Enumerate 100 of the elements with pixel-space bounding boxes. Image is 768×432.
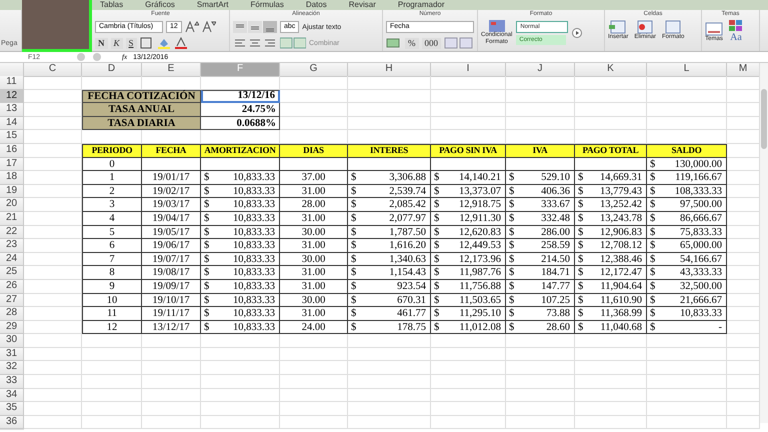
row-number[interactable]: 18	[0, 171, 24, 185]
row-number[interactable]: 22	[0, 226, 24, 240]
empty-cell[interactable]	[506, 158, 575, 172]
row-number[interactable]: 33	[0, 375, 24, 389]
amount-text: 12,449.53	[459, 239, 501, 252]
column-letter[interactable]: I	[431, 63, 506, 77]
cells-icon[interactable]	[664, 20, 682, 34]
ribbon-tab[interactable]: Fórmulas	[250, 0, 284, 10]
amount-text: 3,306.88	[389, 171, 426, 184]
amount-text: 2,085.42	[389, 198, 426, 211]
column-letter[interactable]: K	[575, 63, 647, 77]
row-number[interactable]: 26	[0, 280, 24, 294]
row-number[interactable]: 19	[0, 184, 24, 198]
ribbon-tab[interactable]: Gráficos	[145, 0, 175, 10]
ribbon-tab[interactable]: Datos	[306, 0, 327, 10]
cells-icon[interactable]	[609, 20, 628, 34]
row-number[interactable]: 15	[0, 130, 24, 144]
row-number[interactable]: 34	[0, 388, 24, 402]
indent-icon[interactable]	[280, 37, 306, 49]
empty-cell[interactable]	[431, 158, 506, 172]
row-number[interactable]: 31	[0, 348, 24, 362]
currency-sign: $	[650, 184, 656, 198]
row-number[interactable]: 32	[0, 361, 24, 376]
font-shrink-icon[interactable]	[202, 21, 216, 33]
decimals-icon[interactable]	[444, 37, 474, 49]
empty-cell[interactable]	[575, 158, 647, 172]
scrollbar-thumb[interactable]	[761, 89, 767, 149]
summary-value[interactable]: 0.0688%	[201, 116, 280, 130]
row-number[interactable]: 30	[0, 334, 24, 348]
row-number[interactable]: 13	[0, 103, 24, 117]
column-letter[interactable]: M	[727, 63, 760, 77]
empty-cell[interactable]	[201, 158, 280, 172]
ribbon-tab[interactable]: Programador	[398, 0, 445, 10]
row-number[interactable]: 23	[0, 239, 24, 253]
empty-cell[interactable]	[348, 158, 431, 172]
currency-sign: $	[434, 212, 440, 225]
border-icon[interactable]	[140, 37, 154, 49]
font-style-button[interactable]: S	[126, 38, 137, 48]
theme-fonts-button[interactable]: Aa	[730, 32, 742, 43]
row-number[interactable]: 24	[0, 252, 24, 266]
percent-button[interactable]: %	[405, 38, 418, 48]
table-cell: 4	[82, 212, 142, 226]
row-number[interactable]: 12	[0, 90, 24, 104]
currency-sign: $	[578, 239, 584, 252]
amount-text: 12,620.83	[459, 226, 501, 238]
ribbon-tab[interactable]: Tablas	[100, 0, 124, 10]
empty-cell[interactable]	[142, 158, 201, 172]
table-cell: 12	[82, 320, 142, 334]
row-number[interactable]: 21	[0, 212, 24, 226]
row-number[interactable]: 27	[0, 294, 24, 308]
summary-value[interactable]: 13/12/16	[201, 90, 280, 104]
row-number[interactable]: 14	[0, 116, 24, 130]
amount-text: 2,539.74	[389, 184, 426, 198]
font-grow-icon[interactable]	[184, 21, 199, 33]
table-cell: 19/05/17	[142, 226, 201, 240]
table-cell: 31.00	[280, 239, 348, 253]
font-style-button[interactable]: N	[95, 38, 108, 48]
align-left-icon[interactable]	[233, 37, 277, 49]
column-letter[interactable]: J	[506, 63, 575, 77]
column-letter[interactable]: L	[647, 63, 727, 77]
column-letter[interactable]: G	[280, 63, 348, 77]
amount-text: 184.71	[541, 266, 570, 279]
currency-sign: $	[578, 198, 584, 211]
currency-icon[interactable]	[386, 37, 402, 49]
summary-value[interactable]: 24.75%	[201, 103, 280, 117]
table-heading: DIAS	[280, 144, 348, 158]
ribbon-tab[interactable]: Revisar	[348, 0, 376, 10]
column-letter[interactable]: H	[348, 63, 431, 77]
font-color-icon[interactable]	[174, 37, 188, 49]
row-number[interactable]: 16	[0, 144, 24, 158]
row-number[interactable]: 28	[0, 307, 24, 321]
currency-sign: $	[509, 171, 514, 184]
amount-text: 1,616.20	[389, 239, 426, 252]
empty-cell[interactable]	[280, 158, 348, 172]
table-cell: 30.00	[280, 294, 348, 308]
row-number[interactable]: 35	[0, 402, 24, 416]
row-number[interactable]: 20	[0, 198, 24, 212]
row-number[interactable]: 11	[0, 76, 24, 90]
conditional-format-icon[interactable]	[488, 20, 505, 32]
currency-sign: $	[434, 307, 440, 320]
ribbon-tab[interactable]: SmartArt	[196, 0, 228, 10]
play-icon[interactable]	[572, 28, 582, 38]
theme-colors-icon[interactable]	[729, 20, 743, 32]
select-all-button[interactable]	[0, 63, 24, 77]
cells-icon[interactable]	[636, 20, 654, 34]
thousands-button[interactable]: 000	[422, 38, 441, 48]
font-style-button[interactable]: K	[110, 38, 123, 48]
column-letter[interactable]: E	[142, 63, 201, 77]
currency-sign: $	[578, 226, 584, 238]
column-letter[interactable]: D	[82, 63, 142, 77]
row-number[interactable]: 36	[0, 416, 24, 430]
themes-icon[interactable]	[705, 22, 723, 36]
column-letter[interactable]: C	[24, 63, 82, 77]
row-number[interactable]: 29	[0, 320, 24, 334]
currency-sign: $	[650, 280, 656, 292]
row-number[interactable]: 25	[0, 266, 24, 280]
fill-color-icon[interactable]	[156, 37, 171, 49]
row-number[interactable]: 17	[0, 158, 24, 172]
align-top-icon[interactable]	[233, 21, 277, 33]
amount-text: 1,787.50	[389, 226, 426, 238]
